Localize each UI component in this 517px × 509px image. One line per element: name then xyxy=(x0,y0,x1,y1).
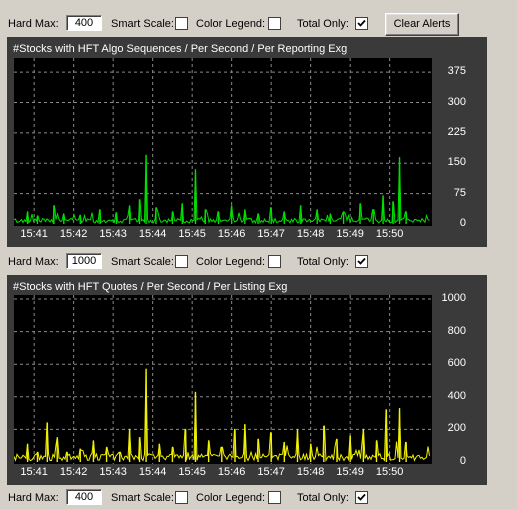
x-tick-label: 15:42 xyxy=(59,466,88,478)
x-tick-label: 15:47 xyxy=(257,228,285,240)
x-tick-label: 15:50 xyxy=(375,466,404,478)
hard-max-input[interactable] xyxy=(66,15,102,31)
y-tick-label: 800 xyxy=(447,324,466,337)
color-legend-checkbox[interactable] xyxy=(268,491,281,504)
series-line xyxy=(14,154,430,225)
smart-scale-checkbox[interactable] xyxy=(175,255,188,268)
checkmark-icon xyxy=(357,493,366,501)
smart-scale-label: Smart Scale: xyxy=(111,256,174,268)
y-tick-label: 0 xyxy=(459,455,466,467)
x-tick-label: 15:48 xyxy=(296,466,325,478)
smart-scale-label: Smart Scale: xyxy=(111,18,174,30)
hard-max-label: Hard Max: xyxy=(8,18,59,30)
checkmark-icon xyxy=(357,257,366,265)
color-legend-checkbox[interactable] xyxy=(268,255,281,268)
hard-max-input[interactable] xyxy=(66,489,102,505)
y-tick-label: 400 xyxy=(447,389,466,402)
y-tick-label: 75 xyxy=(453,186,466,199)
x-tick-label: 15:42 xyxy=(59,228,88,240)
x-tick-label: 15:45 xyxy=(178,466,206,478)
checkmark-icon xyxy=(357,19,366,27)
chart-svg xyxy=(14,58,432,226)
x-tick-label: 15:49 xyxy=(336,228,364,240)
control-row-3: Hard Max: Smart Scale: Color Legend: Tot… xyxy=(0,487,517,509)
series-line xyxy=(14,368,430,463)
clear-alerts-button[interactable]: Clear Alerts xyxy=(385,13,459,36)
color-legend-checkbox[interactable] xyxy=(268,17,281,30)
hard-max-label: Hard Max: xyxy=(8,256,59,268)
x-tick-label: 15:44 xyxy=(138,466,167,478)
chart-svg xyxy=(14,295,432,464)
x-tick-label: 15:45 xyxy=(178,228,206,240)
hard-max-input[interactable] xyxy=(66,253,102,269)
color-legend-label: Color Legend: xyxy=(196,18,266,30)
color-legend-label: Color Legend: xyxy=(196,256,266,268)
x-tick-label: 15:43 xyxy=(99,228,127,240)
chart-panel-1: #Stocks with HFT Algo Sequences / Per Se… xyxy=(7,37,487,247)
y-tick-label: 300 xyxy=(447,95,466,108)
x-tick-label: 15:41 xyxy=(20,228,48,240)
x-tick-label: 15:47 xyxy=(257,466,285,478)
total-only-label: Total Only: xyxy=(297,18,349,30)
x-tick-label: 15:44 xyxy=(138,228,167,240)
total-only-checkbox[interactable] xyxy=(355,255,368,268)
y-tick-label: 200 xyxy=(447,422,466,435)
color-legend-label: Color Legend: xyxy=(196,492,266,504)
x-tick-label: 15:41 xyxy=(20,466,48,478)
total-only-checkbox[interactable] xyxy=(355,491,368,504)
x-tick-label: 15:43 xyxy=(99,466,127,478)
control-row-1: Hard Max: Smart Scale: Color Legend: Tot… xyxy=(0,13,517,36)
hard-max-label: Hard Max: xyxy=(8,492,59,504)
total-only-label: Total Only: xyxy=(297,492,349,504)
x-tick-label: 15:49 xyxy=(336,466,364,478)
chart-title: #Stocks with HFT Algo Sequences / Per Se… xyxy=(13,43,348,55)
x-tick-label: 15:46 xyxy=(217,466,246,478)
y-tick-label: 1000 xyxy=(441,292,466,304)
smart-scale-label: Smart Scale: xyxy=(111,492,174,504)
chart-title: #Stocks with HFT Quotes / Per Second / P… xyxy=(13,281,288,293)
x-tick-label: 15:46 xyxy=(217,228,246,240)
y-tick-label: 600 xyxy=(447,357,466,370)
total-only-label: Total Only: xyxy=(297,256,349,268)
control-row-2: Hard Max: Smart Scale: Color Legend: Tot… xyxy=(0,251,517,273)
y-tick-label: 150 xyxy=(447,156,466,169)
x-tick-label: 15:48 xyxy=(296,228,325,240)
smart-scale-checkbox[interactable] xyxy=(175,491,188,504)
y-tick-label: 225 xyxy=(447,125,466,138)
x-tick-label: 15:50 xyxy=(375,228,404,240)
total-only-checkbox[interactable] xyxy=(355,17,368,30)
y-tick-label: 375 xyxy=(447,65,466,78)
smart-scale-checkbox[interactable] xyxy=(175,17,188,30)
y-tick-label: 0 xyxy=(459,217,466,229)
chart-panel-2: #Stocks with HFT Quotes / Per Second / P… xyxy=(7,275,487,485)
